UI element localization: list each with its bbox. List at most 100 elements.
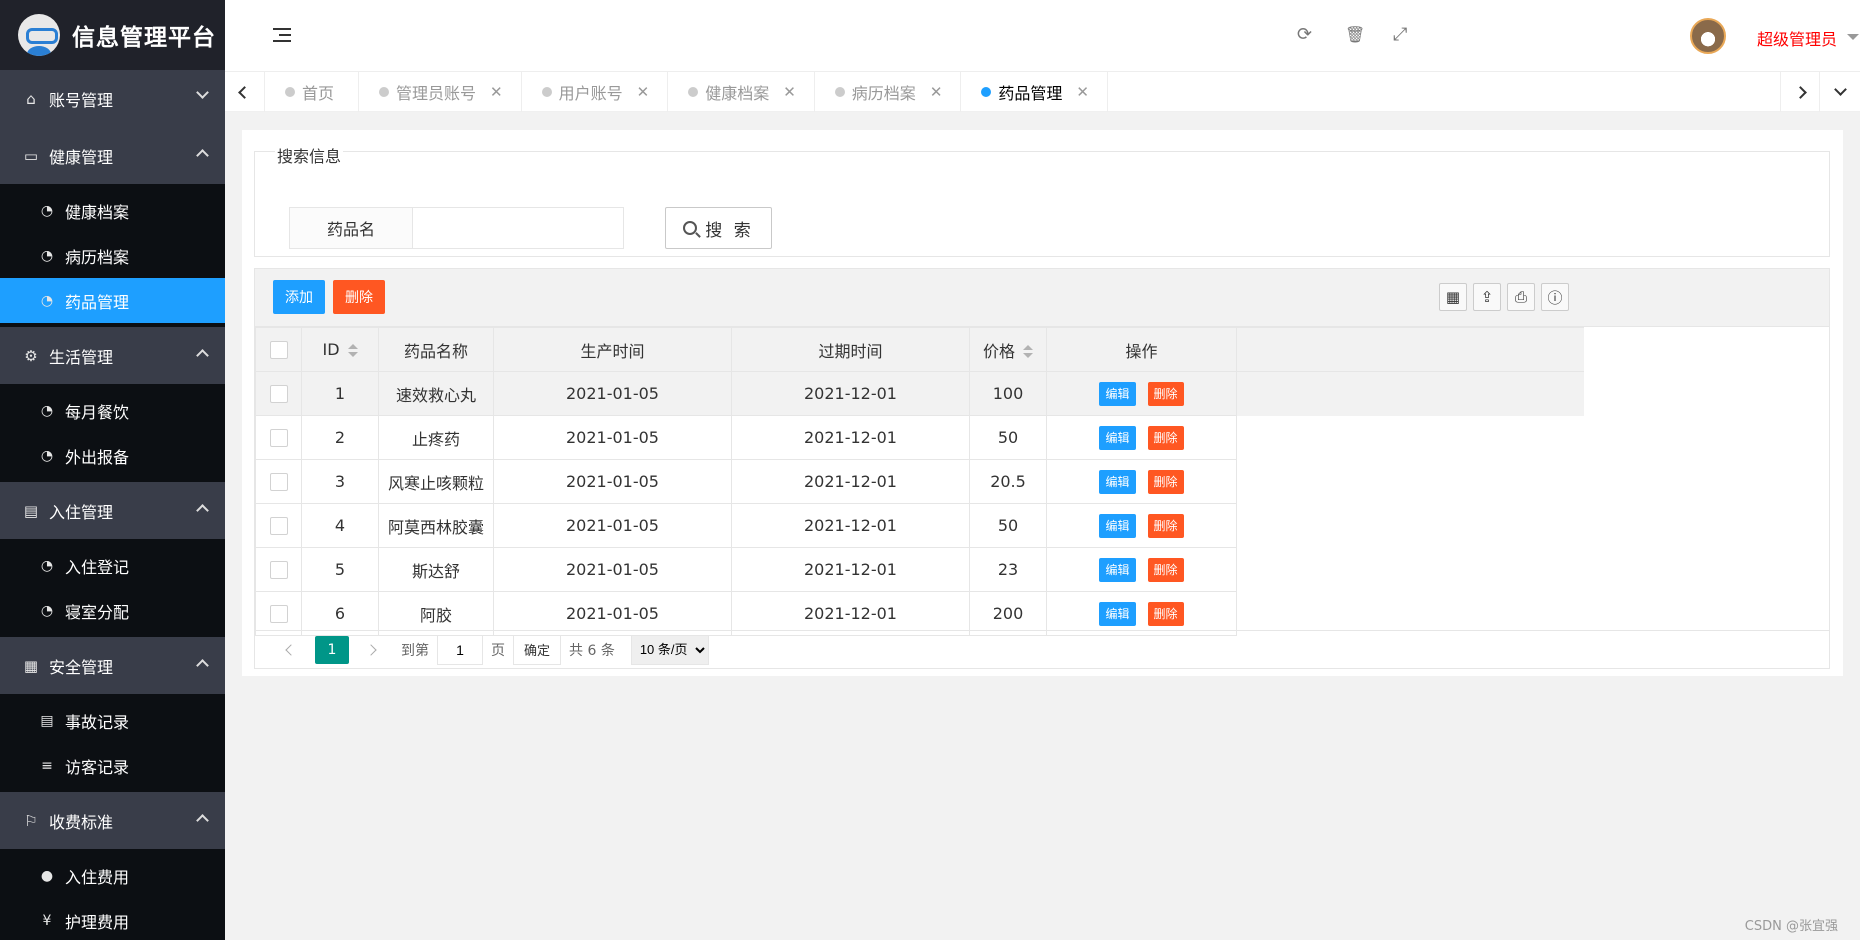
column-header-id[interactable]: ID [301,327,379,372]
table-row[interactable]: 3 风寒止咳颗粒 2021-01-05 2021-12-01 20.5 编辑 删除 [255,459,1584,504]
trash-icon[interactable]: 🗑 [1345,25,1365,44]
sidebar-item[interactable]: ◔ 每月餐饮 [0,388,225,433]
sort-icon[interactable] [1023,345,1033,359]
search-button[interactable]: 搜 索 [665,207,772,249]
delete-button[interactable]: 删除 [1147,425,1184,450]
info-icon[interactable]: ⓘ [1541,283,1569,311]
tab-label: 健康档案 [705,84,770,103]
row-checkbox[interactable] [269,473,288,492]
fullscreen-icon[interactable]: ⤢ [1393,24,1407,45]
cell-price: 100 [969,371,1047,416]
watermark: CSDN @张宜强 [1744,919,1838,934]
columns-filter-icon[interactable]: ▦ [1439,283,1467,311]
row-checkbox[interactable] [269,605,288,624]
sort-icon[interactable] [347,343,358,358]
row-checkbox[interactable] [269,561,288,580]
cell-produced: 2021-01-05 [493,591,732,636]
tab[interactable]: 健康档案 ✕ [668,72,815,112]
row-checkbox[interactable] [269,429,288,448]
batch-delete-button[interactable]: 删除 [333,280,385,314]
delete-button[interactable]: 删除 [1147,381,1184,406]
print-icon[interactable]: ⎙ [1507,283,1535,311]
sidebar-item[interactable]: ◔ 病历档案 [0,233,225,278]
sidebar-group-header[interactable]: ⌂ 账号管理 [0,70,225,127]
tab-status-dot [834,87,845,97]
select-all-checkbox[interactable] [269,341,288,360]
sidebar-group-header[interactable]: ▭ 健康管理 [0,127,225,184]
export-icon[interactable]: ⇪ [1473,283,1501,311]
medicine-table: ID 药品名称 生产时间 过期时间 价格 操作 1 速效救心丸 2021-01-05… [255,327,1584,636]
sidebar-item[interactable]: ≡ 访客记录 [0,743,225,788]
prev-page-icon[interactable] [283,643,297,657]
delete-button[interactable]: 删除 [1147,601,1184,626]
sidebar-group-label: 入住管理 [49,502,114,522]
cell-price: 200 [969,591,1047,636]
tab[interactable]: 首页 [265,72,360,112]
table-row[interactable]: 6 阿胶 2021-01-05 2021-12-01 200 编辑 删除 [255,591,1584,636]
tab-scroll-left-button[interactable] [225,72,265,112]
user-dropdown-caret-icon[interactable] [1847,34,1859,40]
edit-button[interactable]: 编辑 [1099,469,1136,494]
tab-bar: 首页 管理员账号 ✕ 用户账号 ✕ 健康档案 ✕ 病历档案 ✕ 药品管理 ✕ [225,72,1860,112]
tab[interactable]: 管理员账号 ✕ [359,72,522,112]
sidebar-item[interactable]: ● 入住费用 [0,853,225,898]
edit-button[interactable]: 编辑 [1099,601,1136,626]
sidebar-item[interactable]: ◔ 药品管理 [0,278,225,323]
page-size-select[interactable]: 10 条/页 [630,634,709,665]
table-header-row: ID 药品名称 生产时间 过期时间 价格 操作 [255,327,1584,372]
cell-name: 斯达舒 [378,547,494,592]
tab-status-dot [379,87,390,97]
delete-button[interactable]: 删除 [1147,469,1184,494]
tab-scroll-right-button[interactable] [1780,72,1820,112]
close-icon[interactable]: ✕ [930,83,943,101]
edit-button[interactable]: 编辑 [1099,381,1136,406]
edit-button[interactable]: 编辑 [1099,513,1136,538]
close-icon[interactable]: ✕ [490,83,503,101]
row-checkbox[interactable] [269,385,288,404]
row-checkbox[interactable] [269,517,288,536]
tab[interactable]: 药品管理 ✕ [961,72,1108,112]
tab[interactable]: 病历档案 ✕ [815,72,962,112]
sidebar-group-header[interactable]: ⚙ 生活管理 [0,327,225,384]
sidebar-group-header[interactable]: ▦ 安全管理 [0,637,225,694]
sidebar-group-header[interactable]: ▤ 入住管理 [0,482,225,539]
sidebar-item[interactable]: ¥ 护理费用 [0,898,225,940]
edit-button[interactable]: 编辑 [1099,425,1136,450]
close-icon[interactable]: ✕ [1076,83,1089,101]
next-page-icon[interactable] [367,643,381,657]
close-icon[interactable]: ✕ [783,83,796,101]
goto-page-input[interactable] [437,634,483,665]
refresh-icon[interactable]: ⟳ [1297,24,1312,45]
tab[interactable]: 用户账号 ✕ [522,72,669,112]
tab-menu-button[interactable] [1820,72,1860,112]
medicine-name-input[interactable] [412,207,624,249]
confirm-page-button[interactable]: 确定 [513,634,562,665]
sidebar-item[interactable]: ◔ 健康档案 [0,188,225,233]
current-page[interactable]: 1 [315,635,349,664]
table-row[interactable]: 2 止疼药 2021-01-05 2021-12-01 50 编辑 删除 [255,415,1584,460]
sidebar-item[interactable]: ◔ 外出报备 [0,433,225,478]
column-header-price[interactable]: 价格 [969,327,1047,372]
dashboard-icon: ◔ [40,292,54,309]
table-row[interactable]: 5 斯达舒 2021-01-05 2021-12-01 23 编辑 删除 [255,547,1584,592]
table-row[interactable]: 4 阿莫西林胶囊 2021-01-05 2021-12-01 50 编辑 删除 [255,503,1584,548]
edit-button[interactable]: 编辑 [1099,557,1136,582]
sidebar-item[interactable]: ▤ 事故记录 [0,698,225,743]
chevron-up-icon [196,504,209,517]
menu-toggle-icon[interactable] [273,28,291,42]
logo[interactable]: 信息管理平台 [0,0,225,70]
delete-button[interactable]: 删除 [1147,513,1184,538]
delete-button[interactable]: 删除 [1147,557,1184,582]
sidebar-item[interactable]: ◔ 入住登记 [0,543,225,588]
sidebar-item[interactable]: ◔ 寝室分配 [0,588,225,633]
sidebar-group-label: 生活管理 [49,347,114,367]
add-button[interactable]: 添加 [273,280,325,314]
sidebar-item-label: 健康档案 [65,202,130,222]
pagination: 1 到第 页 确定 共 6 条 10 条/页 [255,630,1829,668]
user-avatar[interactable] [1690,18,1726,54]
table-row[interactable]: 1 速效救心丸 2021-01-05 2021-12-01 100 编辑 删除 [255,371,1584,416]
close-icon[interactable]: ✕ [637,83,650,101]
user-name[interactable]: 超级管理员 [1757,26,1837,50]
chevron-down-icon [196,86,209,99]
sidebar-group-header[interactable]: ⚐ 收费标准 [0,792,225,849]
